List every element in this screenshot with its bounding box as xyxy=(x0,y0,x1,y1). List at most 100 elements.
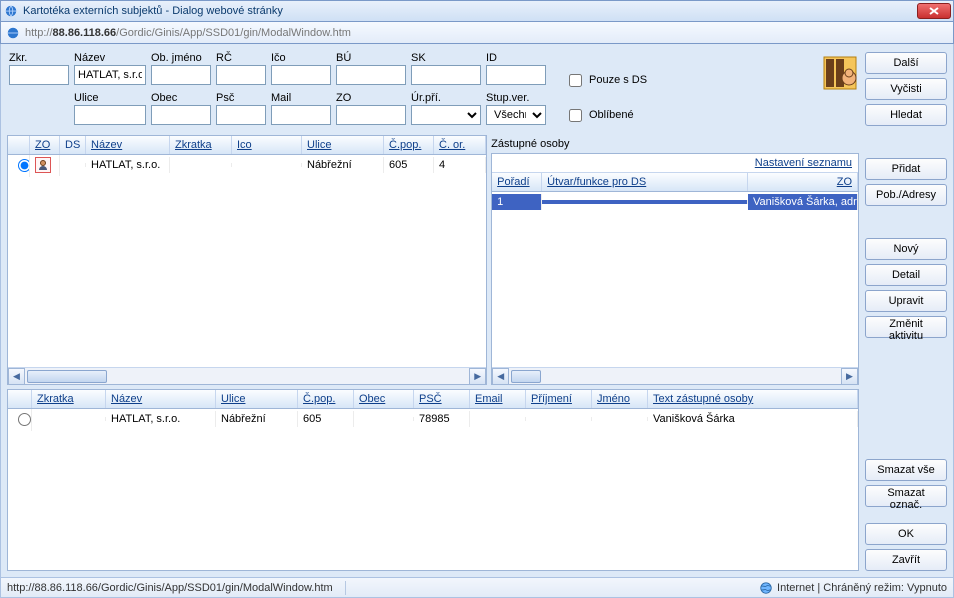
scroll-left-icon[interactable]: ◀ xyxy=(8,368,25,385)
select-urpri[interactable] xyxy=(411,105,481,125)
input-mail[interactable] xyxy=(271,105,331,125)
th-nazev[interactable]: Název xyxy=(86,136,170,154)
input-zkr[interactable] xyxy=(9,65,69,85)
sel-th-jmeno[interactable]: Jméno xyxy=(592,390,648,408)
sel-th-text[interactable]: Text zástupné osoby xyxy=(648,390,858,408)
th-ulice[interactable]: Ulice xyxy=(302,136,384,154)
label-obj: Ob. jméno xyxy=(151,52,211,64)
input-zo[interactable] xyxy=(336,105,406,125)
input-nazev[interactable] xyxy=(74,65,146,85)
address-url: http://88.86.118.66/Gordic/Ginis/App/SSD… xyxy=(25,27,351,39)
smazat-oznac-button[interactable]: Smazat označ. xyxy=(865,485,947,507)
th-ds[interactable]: DS xyxy=(60,136,86,154)
sel-row[interactable]: HATLAT, s.r.o. Nábřežní 605 78985 Vanišk… xyxy=(8,409,858,429)
th-cpop[interactable]: Č.pop. xyxy=(384,136,434,154)
sel-th-obec[interactable]: Obec xyxy=(354,390,414,408)
sel-cell-obec xyxy=(354,417,414,421)
app-logo-icon xyxy=(823,56,857,90)
sub-panel-wrap: Zástupné osoby Nastavení seznamu Pořadí … xyxy=(491,135,859,385)
main-column: Zkr. Název Ob. jméno RČ Ičo xyxy=(7,50,859,571)
vycisti-button[interactable]: Vyčisti xyxy=(865,78,947,100)
results-body: HATLAT, s.r.o. Nábřežní 605 4 xyxy=(8,155,486,367)
row-radio[interactable] xyxy=(18,159,30,172)
link-nastaveni[interactable]: Nastavení seznamu xyxy=(492,154,858,173)
input-obj[interactable] xyxy=(151,65,211,85)
novy-button[interactable]: Nový xyxy=(865,238,947,260)
table-row[interactable]: HATLAT, s.r.o. Nábřežní 605 4 xyxy=(8,155,486,175)
sub-body: 1 Vanišková Šárka, adr xyxy=(492,192,858,367)
sub-cell-poradi: 1 xyxy=(492,194,542,210)
th-cor[interactable]: Č. or. xyxy=(434,136,486,154)
scroll-left-icon[interactable]: ◀ xyxy=(492,368,509,385)
th-ico[interactable]: Ico xyxy=(232,136,302,154)
sel-th-cpop[interactable]: Č.pop. xyxy=(298,390,354,408)
sub-title: Zástupné osoby xyxy=(491,135,859,153)
pob-adresy-button[interactable]: Pob./Adresy xyxy=(865,184,947,206)
label-urpri: Úr.pří. xyxy=(411,92,481,104)
label-id: ID xyxy=(486,52,546,64)
scroll-right-icon[interactable]: ▶ xyxy=(469,368,486,385)
upravit-button[interactable]: Upravit xyxy=(865,290,947,312)
middle-row: ZO DS Název Zkratka Ico Ulice Č.pop. Č. … xyxy=(7,135,859,385)
sub-panel: Nastavení seznamu Pořadí Útvar/funkce pr… xyxy=(491,153,859,385)
label-nazev: Název xyxy=(74,52,146,64)
search-form: Zkr. Název Ob. jméno RČ Ičo xyxy=(7,50,859,131)
label-ulice: Ulice xyxy=(74,92,146,104)
sel-th-psc[interactable]: PSČ xyxy=(414,390,470,408)
sub-th-utvar[interactable]: Útvar/funkce pro DS xyxy=(542,173,748,191)
scroll-thumb[interactable] xyxy=(511,370,541,383)
window-titlebar: Kartotéka externích subjektů - Dialog we… xyxy=(0,0,954,22)
cell-cor: 4 xyxy=(434,157,486,173)
sel-th-email[interactable]: Email xyxy=(470,390,526,408)
status-right: Internet | Chráněný režim: Vypnuto xyxy=(777,582,947,594)
results-hscroll[interactable]: ◀ ▶ xyxy=(8,367,486,384)
detail-button[interactable]: Detail xyxy=(865,264,947,286)
label-psc: Psč xyxy=(216,92,266,104)
sel-head: Zkratka Název Ulice Č.pop. Obec PSČ Emai… xyxy=(8,390,858,409)
close-button[interactable] xyxy=(917,3,951,19)
sel-th-ulice[interactable]: Ulice xyxy=(216,390,298,408)
ok-button[interactable]: OK xyxy=(865,523,947,545)
form-row-1: Zkr. Název Ob. jméno RČ Ičo xyxy=(9,52,857,90)
scroll-thumb[interactable] xyxy=(27,370,107,383)
input-bu[interactable] xyxy=(336,65,406,85)
sel-cell-cpop: 605 xyxy=(298,411,354,427)
label-obec: Obec xyxy=(151,92,211,104)
zavrit-button[interactable]: Zavřít xyxy=(865,549,947,571)
results-head: ZO DS Název Zkratka Ico Ulice Č.pop. Č. … xyxy=(8,136,486,155)
checkbox-ds[interactable] xyxy=(569,74,582,87)
scroll-right-icon[interactable]: ▶ xyxy=(841,368,858,385)
select-stupver[interactable]: Všechn xyxy=(486,105,546,125)
input-obec[interactable] xyxy=(151,105,211,125)
input-rc[interactable] xyxy=(216,65,266,85)
input-ico[interactable] xyxy=(271,65,331,85)
input-id[interactable] xyxy=(486,65,546,85)
sel-cell-ulice: Nábřežní xyxy=(216,411,298,427)
sel-th-zkr[interactable]: Zkratka xyxy=(32,390,106,408)
input-ulice[interactable] xyxy=(74,105,146,125)
selection-table: Zkratka Název Ulice Č.pop. Obec PSČ Emai… xyxy=(7,389,859,571)
status-sep xyxy=(345,581,346,595)
input-psc[interactable] xyxy=(216,105,266,125)
sub-hscroll[interactable]: ◀ ▶ xyxy=(492,367,858,384)
pridat-button[interactable]: Přidat xyxy=(865,158,947,180)
hledat-button[interactable]: Hledat xyxy=(865,104,947,126)
url-host: 88.86.118.66 xyxy=(53,27,117,39)
smazat-vse-button[interactable]: Smazat vše xyxy=(865,459,947,481)
dalsi-button[interactable]: Další xyxy=(865,52,947,74)
zmenit-aktivitu-button[interactable]: Změnit aktivitu xyxy=(865,316,947,338)
sub-row[interactable]: 1 Vanišková Šárka, adr xyxy=(492,192,858,212)
sel-row-radio[interactable] xyxy=(18,413,31,426)
sel-cell-zkr xyxy=(32,417,106,421)
th-zo[interactable]: ZO xyxy=(30,136,60,154)
input-sk[interactable] xyxy=(411,65,481,85)
th-zkr[interactable]: Zkratka xyxy=(170,136,232,154)
sub-th-poradi[interactable]: Pořadí xyxy=(492,173,542,191)
label-chk-ds: Pouze s DS xyxy=(589,74,647,86)
checkbox-obl[interactable] xyxy=(569,109,582,122)
sub-th-zo[interactable]: ZO xyxy=(748,173,858,191)
label-bu: BÚ xyxy=(336,52,406,64)
label-ico: Ičo xyxy=(271,52,331,64)
sel-th-prijm[interactable]: Příjmení xyxy=(526,390,592,408)
sel-th-nazev[interactable]: Název xyxy=(106,390,216,408)
